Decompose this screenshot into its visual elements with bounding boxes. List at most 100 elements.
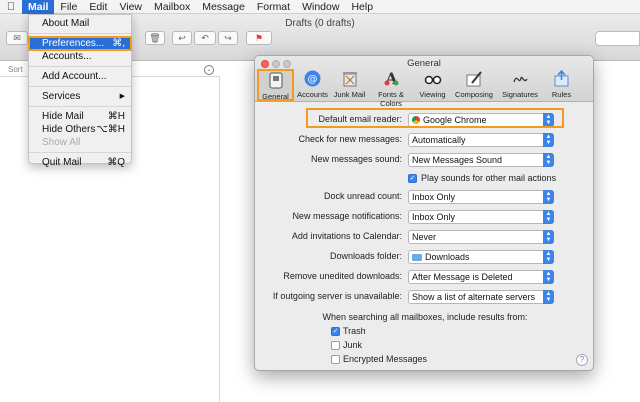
- play-sounds-checkbox[interactable]: ✓: [408, 174, 417, 183]
- menu-item-show-all: Show All: [29, 136, 131, 149]
- pen-icon: [465, 70, 483, 87]
- trash-icon: [341, 70, 359, 87]
- menu-separator: [29, 33, 131, 34]
- menu-separator: [29, 86, 131, 87]
- dock-unread-count-row: Dock unread count: Inbox Only ▲ ▼: [255, 190, 593, 204]
- outgoing-server-label: If outgoing server is unavailable:: [272, 291, 402, 301]
- menu-item-label: Services: [42, 91, 81, 102]
- menu-item-label: Show All: [42, 137, 81, 148]
- popup-value: After Message is Deleted: [412, 272, 513, 282]
- tab-signatures[interactable]: Signatures: [497, 69, 543, 101]
- menu-item-preferences[interactable]: Preferences... ⌘,: [28, 36, 132, 51]
- menu-separator: [29, 66, 131, 67]
- menu-help[interactable]: Help: [345, 0, 379, 14]
- new-message-notifications-label: New message notifications:: [292, 211, 402, 221]
- downloads-folder-label: Downloads folder:: [329, 251, 402, 261]
- reply-button[interactable]: ↩: [172, 31, 192, 45]
- delete-button[interactable]: 🗑: [145, 31, 165, 45]
- tab-label: Fonts & Colors: [378, 90, 404, 108]
- check-new-messages-row: Check for new messages: Automatically ▲ ▼: [255, 133, 593, 147]
- check-new-messages-popup[interactable]: Automatically ▲ ▼: [408, 133, 554, 147]
- popup-arrows-icon: ▲ ▼: [543, 133, 554, 147]
- menu-item-add-account[interactable]: Add Account...: [29, 70, 131, 83]
- preferences-titlebar: General General @ Accounts Junk Mail A F…: [255, 56, 593, 108]
- tab-rules[interactable]: Rules: [543, 69, 580, 101]
- preferences-window: General General @ Accounts Junk Mail A F…: [254, 55, 594, 371]
- menu-file[interactable]: File: [54, 0, 83, 14]
- menu-window[interactable]: Window: [296, 0, 345, 14]
- new-message-notifications-row: New message notifications: Inbox Only ▲ ▼: [255, 210, 593, 224]
- forward-button[interactable]: ↪: [218, 31, 238, 45]
- get-mail-button[interactable]: ✉: [6, 31, 28, 45]
- popup-arrows-icon: ▲ ▼: [543, 190, 554, 204]
- default-reader-highlight: [306, 108, 564, 128]
- add-invitations-label: Add invitations to Calendar:: [291, 231, 402, 241]
- reply-all-button[interactable]: ↶: [194, 31, 216, 45]
- menu-item-accounts[interactable]: Accounts...: [29, 50, 131, 63]
- glasses-icon: [424, 70, 442, 87]
- menu-item-hide-others[interactable]: Hide Others ⌥⌘H: [29, 123, 131, 136]
- svg-text:@: @: [308, 74, 318, 85]
- encrypted-messages-label: Encrypted Messages: [343, 354, 428, 364]
- menu-bar:  Mail File Edit View Mailbox Message Fo…: [0, 0, 640, 14]
- outgoing-server-row: If outgoing server is unavailable: Show …: [255, 290, 593, 304]
- add-invitations-popup[interactable]: Never ▲ ▼: [408, 230, 554, 244]
- search-mailboxes-caption: When searching all mailboxes, include re…: [322, 312, 528, 322]
- remove-unedited-downloads-label: Remove unedited downloads:: [283, 271, 402, 281]
- popup-value: Downloads: [425, 252, 470, 262]
- junk-label: Junk: [343, 340, 363, 350]
- encrypted-messages-checkbox[interactable]: [331, 355, 340, 364]
- rules-icon: [553, 69, 571, 87]
- tab-label: Composing: [455, 90, 493, 99]
- popup-value: New Messages Sound: [412, 155, 503, 165]
- mail-menu: About Mail Preferences... ⌘, Accounts...…: [28, 14, 132, 168]
- apple-icon[interactable]: : [0, 1, 22, 13]
- menu-view[interactable]: View: [113, 0, 148, 14]
- tab-label: Viewing: [419, 90, 446, 99]
- menu-item-label: Hide Others: [42, 124, 96, 135]
- tab-viewing[interactable]: Viewing: [414, 69, 451, 101]
- preferences-title: General: [407, 58, 441, 69]
- tab-composing[interactable]: Composing: [451, 69, 497, 101]
- menu-item-shortcut: ⌘Q: [107, 157, 125, 168]
- new-message-notifications-popup[interactable]: Inbox Only ▲ ▼: [408, 210, 554, 224]
- downloads-folder-popup[interactable]: Downloads ▲ ▼: [408, 250, 554, 264]
- tab-general[interactable]: General: [257, 69, 294, 101]
- popup-value: Show a list of alternate servers: [412, 292, 536, 302]
- tab-accounts[interactable]: @ Accounts: [294, 69, 331, 101]
- popup-value: Inbox Only: [412, 212, 456, 222]
- tab-junk-mail[interactable]: Junk Mail: [331, 69, 368, 101]
- trash-checkbox[interactable]: ✓: [331, 327, 340, 336]
- dock-unread-count-popup[interactable]: Inbox Only ▲ ▼: [408, 190, 554, 204]
- tab-label: Junk Mail: [333, 90, 366, 99]
- menu-message[interactable]: Message: [196, 0, 251, 14]
- junk-checkbox[interactable]: [331, 341, 340, 350]
- new-messages-sound-popup[interactable]: New Messages Sound ▲ ▼: [408, 153, 554, 167]
- new-messages-sound-row: New messages sound: New Messages Sound ▲…: [255, 153, 593, 167]
- trash-label: Trash: [343, 326, 366, 336]
- popup-value: Inbox Only: [412, 192, 456, 202]
- flag-button[interactable]: ⚑: [246, 31, 272, 45]
- menu-item-label: Hide Mail: [42, 111, 84, 122]
- menu-format[interactable]: Format: [251, 0, 296, 14]
- menu-item-about-mail[interactable]: About Mail: [29, 17, 131, 30]
- dock-unread-count-label: Dock unread count:: [323, 191, 402, 201]
- menu-item-shortcut: ⌘H: [107, 111, 125, 122]
- filter-icon[interactable]: ⌄: [204, 65, 214, 75]
- menu-item-quit-mail[interactable]: Quit Mail ⌘Q: [29, 156, 131, 169]
- menu-item-services[interactable]: Services ▶: [29, 90, 131, 103]
- outgoing-server-popup[interactable]: Show a list of alternate servers ▲ ▼: [408, 290, 554, 304]
- tab-fonts-colors[interactable]: A Fonts & Colors: [368, 69, 414, 108]
- popup-arrows-icon: ▲ ▼: [543, 210, 554, 224]
- downloads-folder-row: Downloads folder: Downloads ▲ ▼: [255, 250, 593, 264]
- popup-arrows-icon: ▲ ▼: [543, 270, 554, 284]
- help-button[interactable]: ?: [576, 354, 588, 366]
- menu-edit[interactable]: Edit: [83, 0, 113, 14]
- search-input[interactable]: [595, 31, 640, 46]
- remove-unedited-downloads-popup[interactable]: After Message is Deleted ▲ ▼: [408, 270, 554, 284]
- menu-mailbox[interactable]: Mailbox: [148, 0, 196, 14]
- remove-unedited-downloads-row: Remove unedited downloads: After Message…: [255, 270, 593, 284]
- popup-arrows-icon: ▲ ▼: [543, 230, 554, 244]
- menu-mail[interactable]: Mail: [22, 0, 55, 14]
- menu-item-hide-mail[interactable]: Hide Mail ⌘H: [29, 110, 131, 123]
